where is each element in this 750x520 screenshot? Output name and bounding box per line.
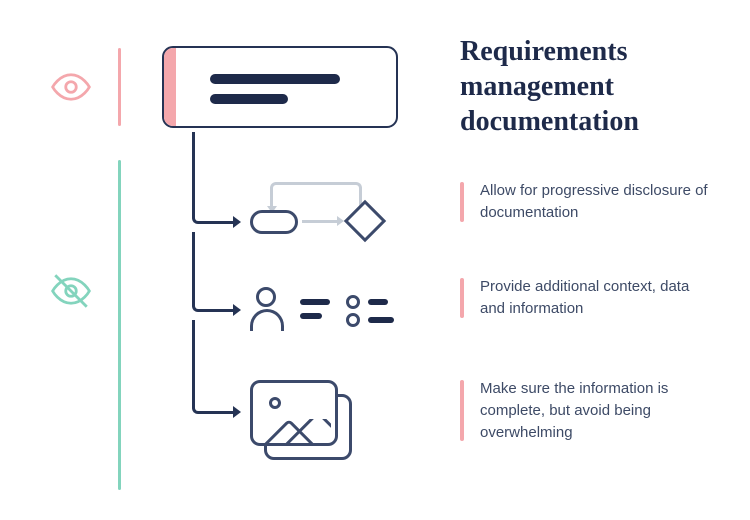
connector-arrow — [192, 320, 234, 414]
hidden-section-bar — [118, 160, 121, 490]
page-title: Requirements management documentation — [460, 34, 730, 139]
bullet-item: Provide additional context, data and inf… — [460, 276, 710, 320]
document-card-accent — [164, 48, 176, 126]
connector-arrow — [192, 232, 234, 312]
placeholder-line — [210, 74, 340, 84]
connector-arrow — [192, 132, 234, 224]
user-list-icon — [250, 285, 410, 340]
process-flow-icon — [250, 180, 410, 250]
bullet-item: Allow for progressive disclosure of docu… — [460, 180, 710, 224]
placeholder-line — [210, 94, 288, 104]
visible-section-bar — [118, 48, 121, 126]
image-stack-icon — [250, 380, 370, 466]
document-card-icon — [162, 46, 398, 128]
bullet-item: Make sure the information is complete, b… — [460, 378, 710, 443]
diagram-column — [150, 0, 430, 520]
text-column: Requirements management documentation Al… — [460, 0, 730, 520]
icon-gutter — [0, 0, 150, 520]
eye-off-icon — [50, 270, 92, 312]
eye-icon — [50, 66, 92, 108]
